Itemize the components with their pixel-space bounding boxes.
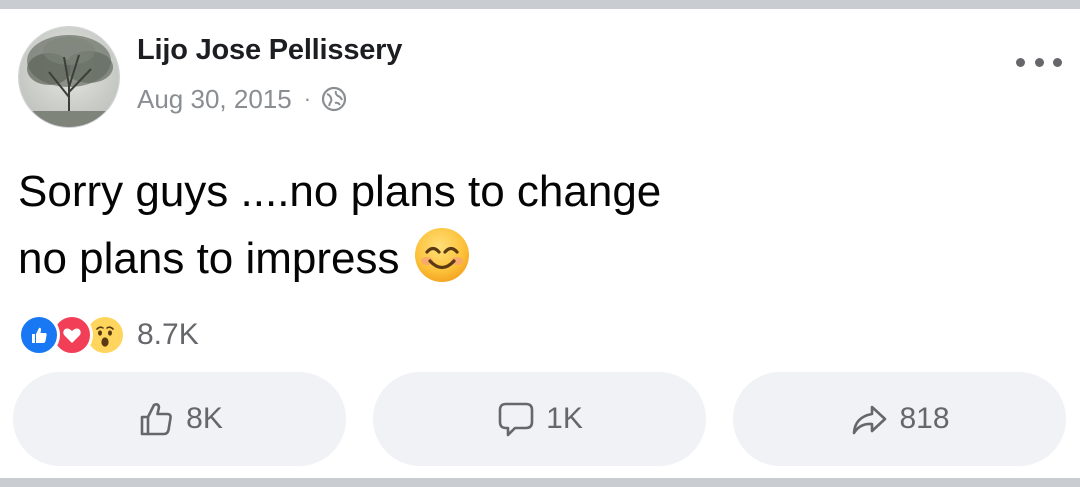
- globe-icon: [321, 86, 347, 112]
- smiling-face-emoji-icon: [414, 227, 470, 283]
- post-meta: Aug 30, 2015 ·: [137, 84, 347, 114]
- comment-icon: [496, 399, 536, 439]
- author-name[interactable]: Lijo Jose Pellissery: [137, 34, 402, 67]
- avatar-tree-image: [19, 27, 119, 127]
- more-options-button[interactable]: [1016, 50, 1062, 74]
- post-body: Sorry guys ....no plans to change no pla…: [18, 158, 661, 292]
- avatar[interactable]: [18, 26, 120, 128]
- like-reaction-icon: [18, 314, 60, 356]
- reactions-summary[interactable]: 8.7K: [18, 314, 199, 356]
- comment-button[interactable]: 1K: [373, 372, 706, 466]
- top-divider: [0, 0, 1080, 9]
- post-text-line-1: Sorry guys ....no plans to change: [18, 167, 662, 216]
- reaction-count: 8.7K: [137, 318, 199, 351]
- more-dot-icon: [1034, 57, 1044, 67]
- share-arrow-icon: [849, 399, 889, 439]
- thumbs-up-icon: [136, 399, 176, 439]
- comment-count: 1K: [546, 402, 583, 435]
- post-text-line-2: no plans to impress: [18, 225, 661, 292]
- post-date[interactable]: Aug 30, 2015: [137, 84, 292, 115]
- like-button[interactable]: 8K: [13, 372, 346, 466]
- meta-separator: ·: [303, 86, 312, 111]
- share-count: 818: [899, 402, 950, 435]
- more-dot-icon: [1053, 57, 1062, 67]
- bottom-divider: [0, 478, 1080, 487]
- like-count: 8K: [186, 402, 223, 435]
- share-button[interactable]: 818: [733, 372, 1066, 466]
- more-dot-icon: [1016, 57, 1025, 67]
- post-text-line-2-text: no plans to impress: [18, 234, 400, 283]
